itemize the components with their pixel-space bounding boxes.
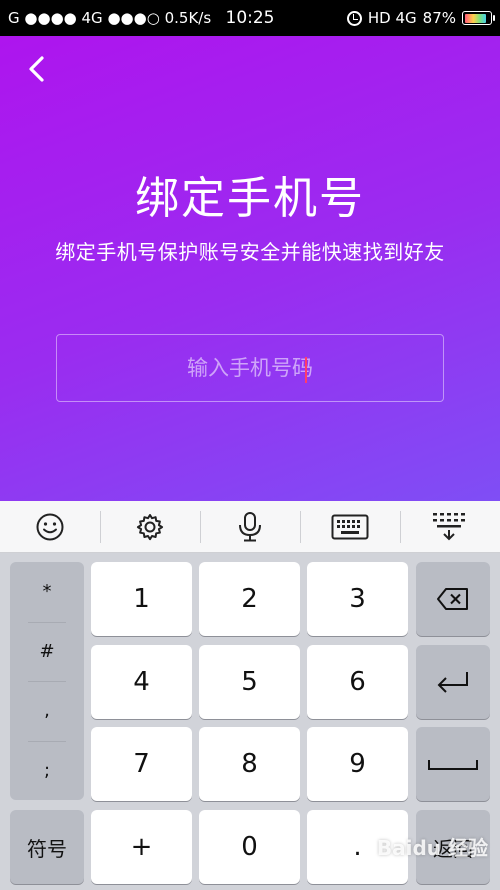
digit-key-8[interactable]: 8 — [199, 727, 300, 801]
digit-key-7[interactable]: 7 — [91, 727, 192, 801]
enter-key[interactable] — [416, 645, 490, 719]
backspace-icon — [437, 588, 468, 610]
digit-key-5[interactable]: 5 — [199, 645, 300, 719]
digit-key-1[interactable]: 1 — [91, 562, 192, 636]
status-bar: G ●●●● 4G ●●●○ 0.5K/s 10:25 HD 4G 87% — [0, 0, 500, 36]
status-right: HD 4G 87% — [346, 0, 495, 36]
digit-key-4[interactable]: 4 — [91, 645, 192, 719]
keyboard-switch-button[interactable] — [300, 501, 400, 552]
back-button[interactable] — [22, 52, 52, 86]
phone-input-field[interactable] — [56, 334, 444, 402]
symbol-column: * # , ; — [10, 562, 84, 800]
page-subtitle: 绑定手机号保护账号安全并能快速找到好友 — [55, 240, 445, 264]
keyboard-toolbar — [0, 501, 500, 553]
battery-level — [464, 13, 487, 23]
return-key[interactable]: 返回 — [416, 810, 490, 884]
dot-key[interactable]: . — [307, 810, 408, 884]
digit-key-2[interactable]: 2 — [199, 562, 300, 636]
digit-key-0[interactable]: 0 — [199, 810, 300, 884]
hero-section: G ●●●● 4G ●●●○ 0.5K/s 10:25 HD 4G 87% 绑定… — [0, 0, 500, 501]
emoji-button[interactable] — [0, 501, 100, 552]
symbol-key-comma[interactable]: , — [10, 681, 84, 741]
status-network: HD 4G — [367, 9, 417, 27]
symbol-key-semicolon[interactable]: ; — [10, 740, 84, 801]
gear-icon — [136, 513, 164, 540]
alarm-icon — [346, 10, 362, 26]
voice-input-button[interactable] — [200, 501, 300, 552]
backspace-key[interactable] — [416, 562, 490, 636]
keyboard-icon — [331, 514, 369, 539]
phone-input[interactable] — [57, 335, 443, 401]
settings-button[interactable] — [100, 501, 200, 552]
collapse-keyboard-button[interactable] — [400, 501, 500, 552]
chevron-left-icon — [29, 56, 44, 82]
emoji-icon — [36, 513, 64, 540]
plus-key[interactable]: + — [91, 810, 192, 884]
space-key[interactable] — [416, 727, 490, 801]
space-icon — [428, 760, 478, 770]
status-battery-percent: 87% — [422, 9, 456, 27]
page-title: 绑定手机号 — [135, 173, 365, 224]
digit-key-3[interactable]: 3 — [307, 562, 408, 636]
digit-key-9[interactable]: 9 — [307, 727, 408, 801]
symbol-key-hash[interactable]: # — [10, 621, 84, 682]
enter-icon — [437, 672, 468, 693]
microphone-icon — [239, 511, 261, 541]
battery-icon — [462, 11, 495, 25]
digit-key-6[interactable]: 6 — [307, 645, 408, 719]
symbol-key-asterisk[interactable]: * — [10, 562, 84, 622]
text-cursor — [305, 357, 307, 383]
symbols-key[interactable]: 符号 — [10, 810, 84, 884]
collapse-keyboard-icon — [433, 512, 465, 540]
